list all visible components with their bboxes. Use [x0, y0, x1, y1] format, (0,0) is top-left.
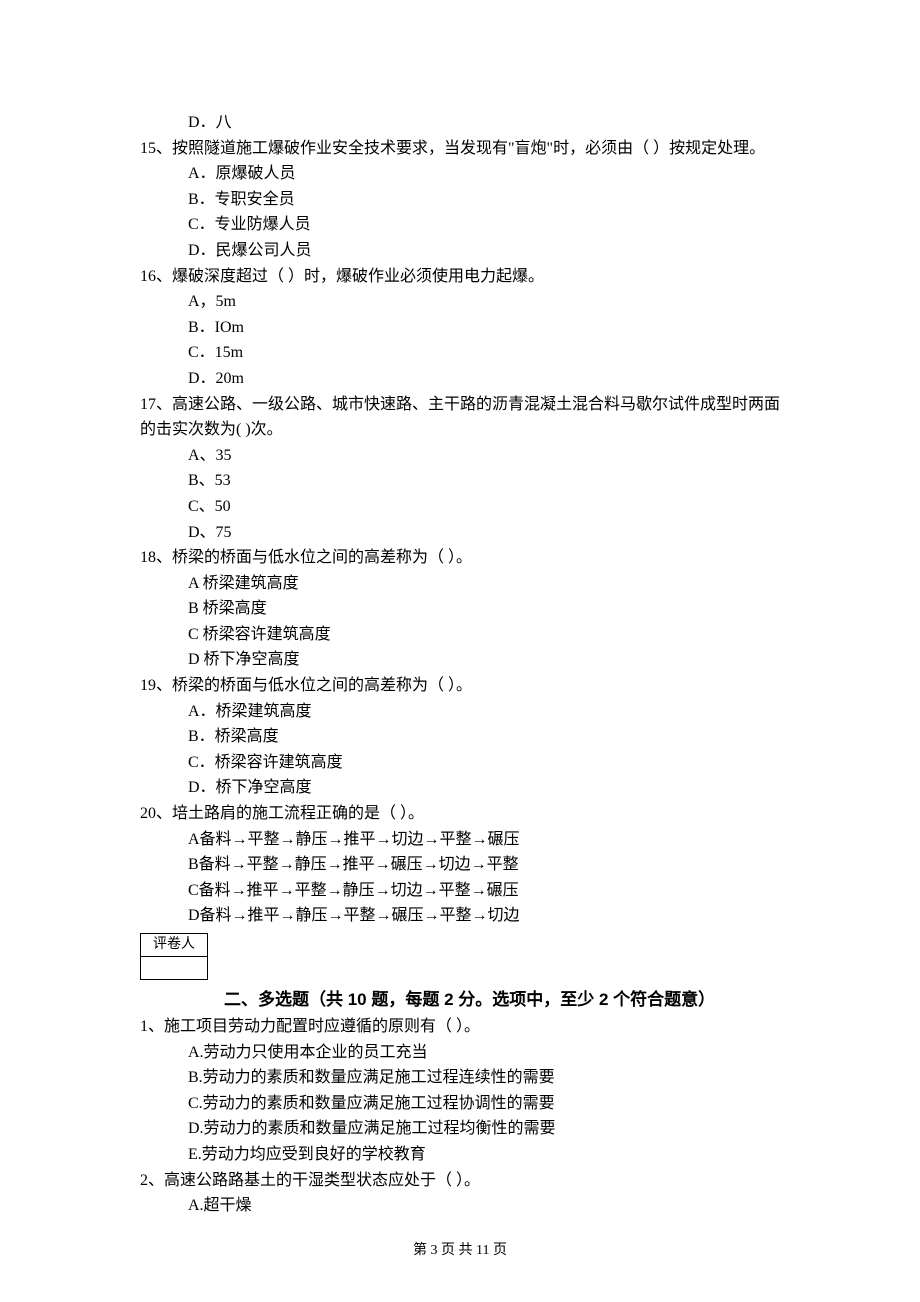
- q20-option-a: A备料→平整→静压→推平→切边→平整→碾压: [140, 827, 780, 853]
- q20-option-c: C备料→推平→平整→静压→切边→平整→碾压: [140, 878, 780, 904]
- grader-label-cell: 评卷人: [141, 934, 208, 957]
- q17-option-c: C、50: [140, 494, 780, 520]
- option-text: 八: [216, 114, 232, 131]
- mq1-stem: 1、施工项目劳动力配置时应遵循的原则有（ ）。: [140, 1014, 780, 1040]
- grader-box: 评卷人: [140, 933, 208, 980]
- mq1-option-b: B.劳动力的素质和数量应满足施工过程连续性的需要: [140, 1065, 780, 1091]
- q19-option-b: B．桥梁高度: [140, 724, 780, 750]
- q16-option-c: C．15m: [140, 340, 780, 366]
- section-2-title: 二、多选题（共 10 题，每题 2 分。选项中，至少 2 个符合题意）: [224, 986, 715, 1013]
- q20-stem: 20、培土路肩的施工流程正确的是（ ）。: [140, 801, 780, 827]
- q19-option-c: C．桥梁容许建筑高度: [140, 750, 780, 776]
- q15-option-d: D．民爆公司人员: [140, 238, 780, 264]
- q16-option-d: D．20m: [140, 366, 780, 392]
- q20-option-d: D备料→推平→静压→平整→碾压→平整→切边: [140, 903, 780, 929]
- q19-stem: 19、桥梁的桥面与低水位之间的高差称为（ ）。: [140, 673, 780, 699]
- q15-option-b: B．专职安全员: [140, 187, 780, 213]
- option-label: D．: [188, 114, 216, 131]
- q17-stem: 17、高速公路、一级公路、城市快速路、主干路的沥青混凝土混合料马歇尔试件成型时两…: [140, 392, 780, 443]
- q19-option-a: A．桥梁建筑高度: [140, 699, 780, 725]
- q17-option-d: D、75: [140, 520, 780, 546]
- q19-option-d: D．桥下净空高度: [140, 775, 780, 801]
- q17-option-b: B、53: [140, 468, 780, 494]
- q15-option-a: A．原爆破人员: [140, 161, 780, 187]
- q20-option-b: B备料→平整→静压→推平→碾压→切边→平整: [140, 852, 780, 878]
- q16-option-b: B．IOm: [140, 315, 780, 341]
- page-footer: 第 3 页 共 11 页: [140, 1240, 780, 1262]
- q16-stem: 16、爆破深度超过（ ）时，爆破作业必须使用电力起爆。: [140, 264, 780, 290]
- mq2-option-a: A.超干燥: [140, 1193, 780, 1219]
- q18-option-a: A 桥梁建筑高度: [140, 571, 780, 597]
- mq1-option-d: D.劳动力的素质和数量应满足施工过程均衡性的需要: [140, 1116, 780, 1142]
- q15-option-c: C．专业防爆人员: [140, 212, 780, 238]
- grader-empty-cell: [141, 957, 208, 980]
- mq1-option-e: E.劳动力均应受到良好的学校教育: [140, 1142, 780, 1168]
- q16-option-a: A，5m: [140, 289, 780, 315]
- q15-stem: 15、按照隧道施工爆破作业安全技术要求，当发现有"盲炮"时，必须由（ ）按规定处…: [140, 136, 780, 162]
- q17-option-a: A、35: [140, 443, 780, 469]
- q18-option-d: D 桥下净空高度: [140, 647, 780, 673]
- q18-stem: 18、桥梁的桥面与低水位之间的高差称为（ ）。: [140, 545, 780, 571]
- mq1-option-c: C.劳动力的素质和数量应满足施工过程协调性的需要: [140, 1091, 780, 1117]
- q18-option-c: C 桥梁容许建筑高度: [140, 622, 780, 648]
- q18-option-b: B 桥梁高度: [140, 596, 780, 622]
- mq1-option-a: A.劳动力只使用本企业的员工充当: [140, 1040, 780, 1066]
- q14-option-d: D．八: [140, 110, 780, 136]
- mq2-stem: 2、高速公路路基土的干湿类型状态应处于（ ）。: [140, 1168, 780, 1194]
